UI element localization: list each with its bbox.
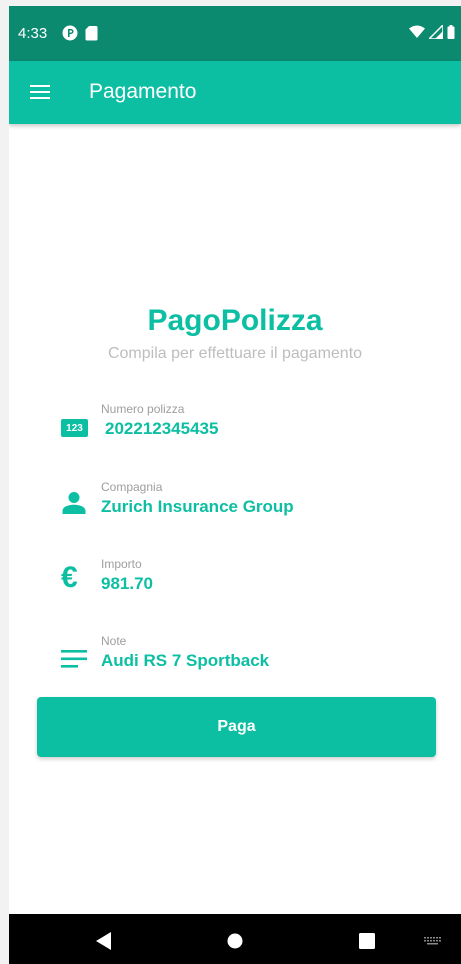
numeric-icon: 123 (61, 419, 88, 437)
sd-card-icon (85, 26, 98, 41)
app-bar: Pagamento (9, 61, 461, 124)
app-bar-title: Pagamento (89, 80, 197, 103)
recents-icon[interactable] (359, 933, 375, 949)
euro-icon: € (61, 561, 78, 594)
battery-icon (447, 25, 455, 39)
company-label: Compagnia (101, 480, 163, 494)
brand-subtitle: Compila per effettuare il pagamento (107, 345, 363, 362)
policy-number-value[interactable]: 202212345435 (105, 419, 218, 439)
notes-icon (61, 650, 87, 668)
company-value[interactable]: Zurich Insurance Group (101, 497, 294, 517)
menu-icon[interactable] (30, 83, 50, 101)
amount-field[interactable]: € Importo 981.70 (61, 557, 421, 605)
policy-number-label: Numero polizza (101, 402, 185, 416)
p-badge-icon (62, 25, 78, 41)
home-icon[interactable] (227, 933, 243, 949)
amount-value[interactable]: 981.70 (101, 574, 153, 594)
brand-title: PagoPolizza (147, 304, 323, 337)
amount-label: Importo (101, 557, 142, 571)
notes-label: Note (101, 634, 127, 648)
company-field[interactable]: Compagnia Zurich Insurance Group (61, 480, 421, 528)
wifi-icon (409, 25, 425, 38)
status-bar: 4:33 (9, 6, 461, 61)
person-icon (62, 492, 86, 514)
status-time: 4:33 (18, 25, 48, 42)
back-icon[interactable] (96, 932, 112, 950)
system-nav-bar (9, 914, 461, 964)
notes-value[interactable]: Audi RS 7 Sportback (101, 651, 269, 671)
policy-number-field[interactable]: 123 Numero polizza 202212345435 (61, 402, 421, 450)
signal-icon (429, 25, 443, 39)
keyboard-icon[interactable] (424, 937, 441, 945)
status-right-icons (409, 25, 455, 39)
notes-field[interactable]: Note Audi RS 7 Sportback (61, 634, 421, 682)
phone-screen: 4:33 Pagamento PagoPolizza Compila per e… (9, 6, 461, 964)
pay-button[interactable]: Paga (37, 697, 436, 757)
